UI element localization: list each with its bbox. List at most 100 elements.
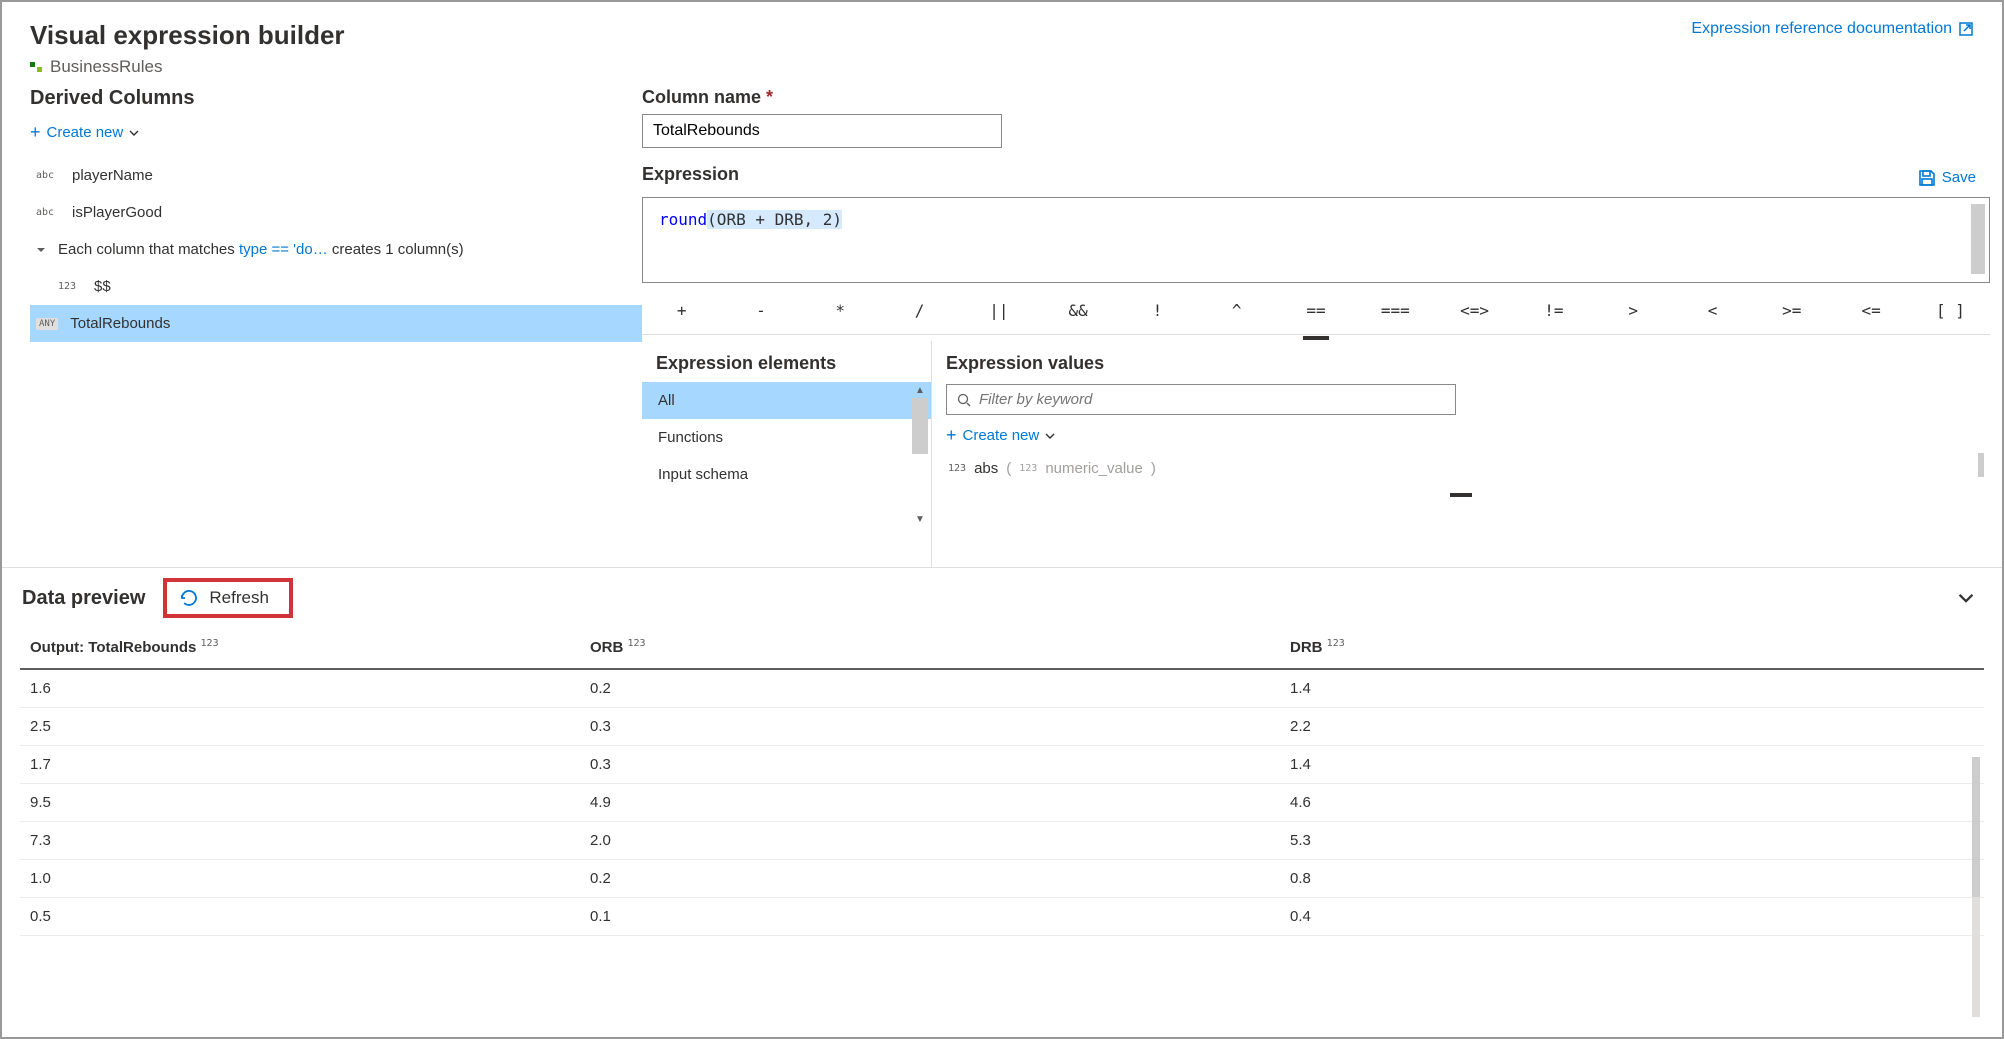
operator-button[interactable]: === xyxy=(1356,297,1435,324)
operator-button[interactable]: ^ xyxy=(1197,297,1276,324)
table-row[interactable]: 7.32.05.3 xyxy=(20,822,1984,860)
table-header[interactable]: DRB 123 xyxy=(1280,626,1984,669)
operator-button[interactable]: - xyxy=(721,297,800,324)
transform-icon xyxy=(30,60,44,74)
operator-button[interactable]: [ ] xyxy=(1911,297,1990,324)
derived-columns-title: Derived Columns xyxy=(30,87,642,110)
chevron-down-icon xyxy=(129,128,139,138)
elements-item-all[interactable]: All xyxy=(642,382,931,419)
operator-button[interactable]: >= xyxy=(1752,297,1831,324)
expression-body: (ORB + DRB, 2) xyxy=(707,210,842,229)
operator-button[interactable]: != xyxy=(1514,297,1593,324)
expression-values-title: Expression values xyxy=(946,353,1976,374)
table-row[interactable]: 9.54.94.6 xyxy=(20,784,1984,822)
create-new-label: Create new xyxy=(47,124,124,141)
table-cell: 1.0 xyxy=(20,860,580,898)
column-item-isplayergood[interactable]: abc isPlayerGood xyxy=(30,194,642,231)
expression-label: Expression xyxy=(642,164,739,185)
operator-button[interactable]: > xyxy=(1594,297,1673,324)
scrollbar[interactable]: ▲ ▼ xyxy=(911,385,929,525)
table-cell: 0.4 xyxy=(1280,898,1984,936)
external-link-icon xyxy=(1958,21,1974,37)
table-row[interactable]: 1.00.20.8 xyxy=(20,860,1984,898)
values-filter-input[interactable] xyxy=(946,384,1456,415)
create-new-column-button[interactable]: + Create new xyxy=(30,116,642,157)
table-cell: 5.3 xyxy=(1280,822,1984,860)
operator-toolbar: +-*/||&&!^=====<=>!=><>=<=[ ] xyxy=(642,283,1990,335)
operator-button[interactable]: && xyxy=(1038,297,1117,324)
table-cell: 2.0 xyxy=(580,822,1280,860)
type-badge-123: 123 xyxy=(58,281,82,292)
save-button[interactable]: Save xyxy=(1918,169,1990,187)
scrollbar[interactable] xyxy=(1971,204,1985,274)
table-cell: 0.8 xyxy=(1280,860,1984,898)
elements-item-functions[interactable]: Functions xyxy=(642,419,931,456)
operator-button[interactable]: ! xyxy=(1118,297,1197,324)
values-filter-field[interactable] xyxy=(979,391,1445,408)
refresh-button[interactable]: Refresh xyxy=(163,578,293,618)
expression-elements-title: Expression elements xyxy=(642,341,931,382)
column-item-totalrebounds[interactable]: ANY TotalRebounds xyxy=(30,305,642,342)
table-cell: 0.3 xyxy=(580,708,1280,746)
data-preview-table: Output: TotalRebounds 123ORB 123DRB 123 … xyxy=(20,626,1984,936)
type-badge-123: 123 xyxy=(1019,463,1037,474)
table-cell: 0.5 xyxy=(20,898,580,936)
operator-button[interactable]: < xyxy=(1673,297,1752,324)
value-fn-name: abs xyxy=(974,460,998,477)
expression-editor[interactable]: round(ORB + DRB, 2) xyxy=(642,197,1990,283)
scrollbar[interactable] xyxy=(1972,757,1980,1017)
operator-button[interactable]: == xyxy=(1276,297,1355,324)
table-cell: 0.3 xyxy=(580,746,1280,784)
value-fn-arg: numeric_value xyxy=(1045,460,1143,477)
elements-item-input-schema[interactable]: Input schema xyxy=(642,456,931,493)
table-cell: 0.2 xyxy=(580,860,1280,898)
table-cell: 4.9 xyxy=(580,784,1280,822)
table-cell: 1.6 xyxy=(20,669,580,708)
value-item-abs[interactable]: 123 abs (123 numeric_value) xyxy=(946,456,1976,481)
column-label: $$ xyxy=(94,278,111,295)
table-row[interactable]: 1.70.31.4 xyxy=(20,746,1984,784)
operator-button[interactable]: * xyxy=(801,297,880,324)
operator-button[interactable]: <= xyxy=(1831,297,1910,324)
table-header[interactable]: Output: TotalRebounds 123 xyxy=(20,626,580,669)
column-label: isPlayerGood xyxy=(72,204,162,221)
pattern-prefix: Each column that matches xyxy=(58,241,239,258)
type-badge-abc: abc xyxy=(36,207,60,218)
table-cell: 2.5 xyxy=(20,708,580,746)
table-cell: 9.5 xyxy=(20,784,580,822)
table-header[interactable]: ORB 123 xyxy=(580,626,1280,669)
page-title: Visual expression builder xyxy=(30,20,345,51)
scrollbar[interactable] xyxy=(1978,453,1984,477)
table-cell: 0.1 xyxy=(580,898,1280,936)
collapse-chevron-icon[interactable] xyxy=(1958,590,1974,606)
column-name-input[interactable] xyxy=(642,114,1002,148)
table-row[interactable]: 1.60.21.4 xyxy=(20,669,1984,708)
column-item-pattern[interactable]: Each column that matches type == 'do… cr… xyxy=(30,231,642,268)
table-cell: 7.3 xyxy=(20,822,580,860)
resize-handle[interactable] xyxy=(946,491,1976,497)
plus-icon: + xyxy=(30,122,41,143)
table-cell: 1.4 xyxy=(1280,669,1984,708)
table-row[interactable]: 0.50.10.4 xyxy=(20,898,1984,936)
transform-name: BusinessRules xyxy=(50,57,162,77)
expression-fn: round xyxy=(659,210,707,229)
doc-reference-label: Expression reference documentation xyxy=(1691,20,1952,38)
operator-button[interactable]: + xyxy=(642,297,721,324)
plus-icon: + xyxy=(946,425,957,446)
operator-button[interactable]: / xyxy=(880,297,959,324)
transform-breadcrumb: BusinessRules xyxy=(2,51,2002,87)
table-cell: 2.2 xyxy=(1280,708,1984,746)
column-item-dollardollar[interactable]: 123 $$ xyxy=(30,268,642,305)
table-row[interactable]: 2.50.32.2 xyxy=(20,708,1984,746)
column-label: playerName xyxy=(72,167,153,184)
chevron-down-icon xyxy=(1045,431,1055,441)
table-cell: 1.4 xyxy=(1280,746,1984,784)
operator-button[interactable]: <=> xyxy=(1435,297,1514,324)
doc-reference-link[interactable]: Expression reference documentation xyxy=(1691,20,1974,38)
create-new-value-button[interactable]: + Create new xyxy=(946,425,1976,446)
operator-button[interactable]: || xyxy=(959,297,1038,324)
refresh-label: Refresh xyxy=(209,588,269,608)
pattern-suffix: creates 1 column(s) xyxy=(332,241,464,258)
column-item-playername[interactable]: abc playerName xyxy=(30,157,642,194)
save-label: Save xyxy=(1942,169,1976,186)
